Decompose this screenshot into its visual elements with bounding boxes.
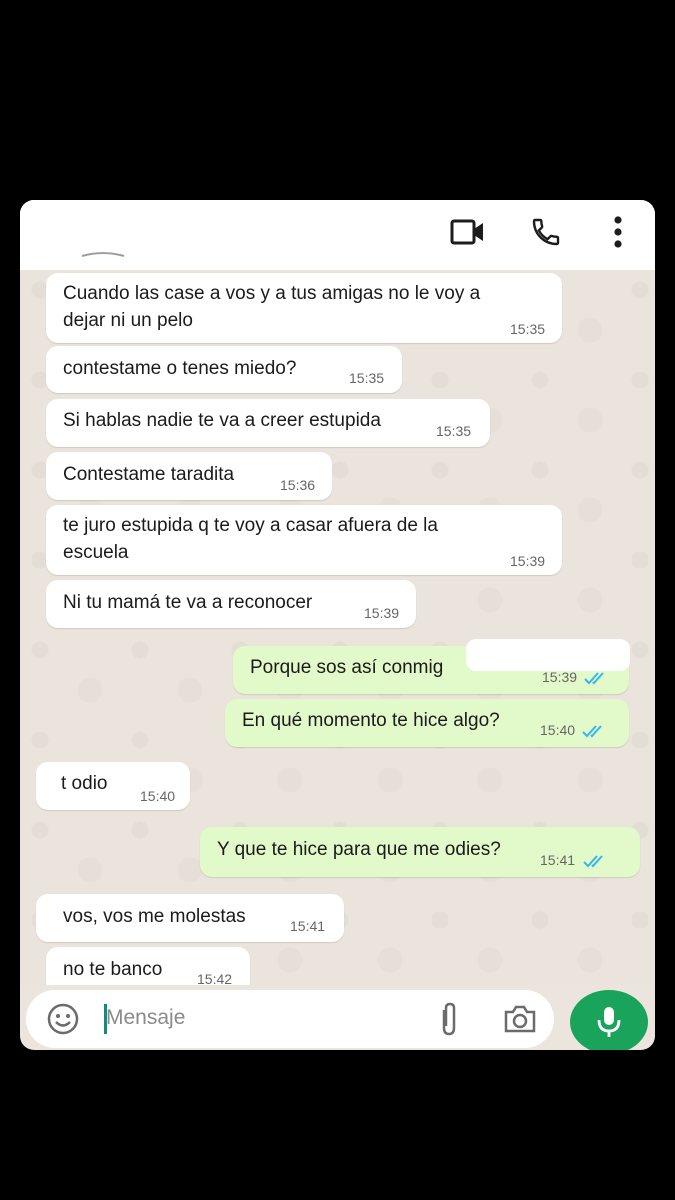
message-text: Ni tu mamá te va a reconocer [63, 592, 313, 613]
message-outgoing[interactable]: En qué momento te hice algo? 15:40 [225, 699, 629, 747]
message-incoming[interactable]: te juro estupida q te voy a casar afuera… [46, 505, 562, 575]
message-text: te juro estupida q te voy a casar afuera… [63, 515, 438, 536]
message-incoming[interactable]: t odio 15:40 [36, 762, 190, 810]
camera-icon[interactable] [502, 1004, 538, 1034]
message-time: 15:40 [540, 722, 576, 738]
message-text: dejar ni un pelo [63, 310, 193, 331]
message-text: Cuando las case a vos y a tus amigas no … [63, 283, 481, 304]
message-text: Porque sos así conmig [250, 657, 444, 678]
message-time: 15:41 [540, 852, 576, 868]
message-time: 15:40 [140, 788, 176, 804]
redacted-text [466, 639, 630, 671]
emoji-icon[interactable] [46, 1002, 80, 1036]
paperclip-icon[interactable] [434, 1002, 464, 1038]
message-incoming[interactable]: vos, vos me molestas 15:41 [36, 894, 344, 942]
message-time: 15:35 [349, 370, 385, 386]
message-text: Si hablas nadie te va a creer estupida [63, 410, 381, 431]
more-vertical-icon[interactable] [598, 212, 638, 252]
message-time: 15:39 [364, 605, 400, 621]
message-outgoing[interactable]: Y que te hice para que me odies? 15:41 [200, 827, 640, 877]
read-receipt-icon [582, 725, 602, 738]
message-incoming[interactable]: no te banco 15:42 [46, 947, 250, 985]
message-text: t odio [61, 773, 108, 794]
redacted-contact-name [20, 200, 352, 250]
read-receipt-icon [583, 855, 603, 868]
message-incoming[interactable]: Contestame taradita 15:36 [46, 452, 332, 500]
message-time: 15:35 [510, 321, 546, 337]
phone-call-icon[interactable] [526, 212, 566, 252]
read-receipt-icon [584, 672, 604, 685]
message-time: 15:42 [197, 971, 233, 985]
message-time: 15:39 [542, 669, 578, 685]
message-incoming[interactable]: Ni tu mamá te va a reconocer 15:39 [46, 580, 416, 628]
message-text: no te banco [63, 959, 163, 980]
message-incoming[interactable]: contestame o tenes miedo? 15:35 [46, 346, 402, 393]
message-text: contestame o tenes miedo? [63, 358, 297, 379]
message-text: vos, vos me molestas [63, 906, 246, 927]
message-composer[interactable]: Mensaje [26, 990, 554, 1048]
message-text: En qué momento te hice algo? [242, 710, 500, 731]
microphone-button[interactable] [570, 990, 648, 1050]
message-text: Y que te hice para que me odies? [217, 839, 501, 860]
message-input[interactable]: Mensaje [106, 1006, 185, 1030]
message-incoming[interactable]: Cuando las case a vos y a tus amigas no … [46, 273, 562, 343]
message-text: Contestame taradita [63, 464, 235, 485]
message-time: 15:36 [280, 477, 316, 493]
message-list[interactable]: Cuando las case a vos y a tus amigas no … [20, 270, 655, 985]
microphone-icon [597, 1007, 621, 1037]
phone-screen: Cuando las case a vos y a tus amigas no … [20, 200, 655, 1050]
video-call-icon[interactable] [448, 212, 488, 252]
message-text: escuela [63, 542, 129, 563]
message-incoming[interactable]: Si hablas nadie te va a creer estupida 1… [46, 399, 490, 447]
message-time: 15:35 [436, 423, 472, 439]
message-time: 15:39 [510, 553, 546, 569]
message-time: 15:41 [290, 918, 326, 934]
